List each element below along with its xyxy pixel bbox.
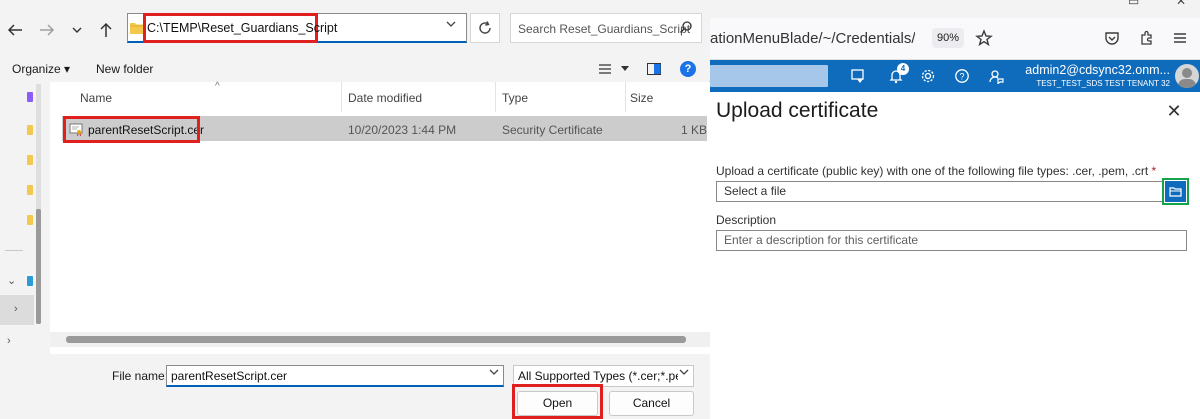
file-name-chevron-icon[interactable] bbox=[489, 368, 499, 379]
back-arrow-icon[interactable] bbox=[5, 20, 25, 40]
command-bar: Organize ▾ New folder ? bbox=[0, 57, 710, 81]
search-icon[interactable] bbox=[679, 20, 693, 34]
sort-up-icon: ^ bbox=[215, 81, 220, 92]
help-question-icon[interactable]: ? bbox=[951, 65, 973, 87]
forward-arrow-icon[interactable] bbox=[37, 20, 57, 40]
column-header-size[interactable]: Size bbox=[626, 82, 710, 112]
open-button[interactable]: Open bbox=[517, 391, 598, 416]
column-header-type[interactable]: Type bbox=[496, 82, 626, 112]
nav-pane-scrollbar[interactable] bbox=[36, 84, 41, 324]
upload-field-label: Upload a certificate (public key) with o… bbox=[716, 164, 1156, 178]
bookmark-star-icon[interactable] bbox=[972, 26, 996, 50]
close-icon[interactable]: ✕ bbox=[1165, 102, 1183, 120]
feedback-icon[interactable] bbox=[985, 65, 1007, 87]
select-file-input[interactable]: Select a file bbox=[716, 181, 1163, 202]
file-name-input[interactable]: parentResetScript.cer bbox=[166, 365, 504, 387]
search-placeholder: Search Reset_Guardians_Script bbox=[518, 22, 691, 36]
browse-file-button[interactable] bbox=[1162, 178, 1189, 205]
file-date-cell: 10/20/2023 1:44 PM bbox=[348, 123, 457, 137]
path-text[interactable]: C:\TEMP\Reset_Guardians_Script bbox=[147, 21, 337, 35]
browser-title-strip: ▭ ✕ bbox=[710, 0, 1200, 18]
close-window-icon[interactable]: ✕ bbox=[1176, 0, 1186, 8]
tree-folder-icon[interactable] bbox=[27, 185, 33, 195]
refresh-icon bbox=[479, 21, 491, 34]
column-label: Date modified bbox=[348, 91, 423, 105]
menu-icon[interactable] bbox=[1168, 26, 1192, 50]
azure-top-bar: 4 ? admin2@cdsync32.onm... TEST_TEST_SDS… bbox=[710, 60, 1200, 92]
view-options-icon[interactable] bbox=[596, 60, 614, 78]
zoom-level-badge[interactable]: 90% bbox=[932, 28, 964, 48]
divider bbox=[5, 250, 23, 251]
view-dropdown-chevron-icon[interactable] bbox=[616, 60, 634, 78]
settings-gear-icon[interactable] bbox=[917, 65, 939, 87]
panel-title: Upload certificate bbox=[716, 99, 879, 122]
help-icon[interactable]: ? bbox=[679, 60, 697, 78]
preview-pane-icon[interactable] bbox=[645, 60, 663, 78]
cloud-shell-filter-icon[interactable] bbox=[847, 65, 869, 87]
tenant-name: TEST_TEST_SDS TEST TENANT 32 bbox=[1036, 79, 1170, 88]
upload-label-text: Upload a certificate (public key) with o… bbox=[716, 164, 1149, 178]
up-arrow-icon[interactable] bbox=[96, 20, 116, 40]
navigation-bar: C:\TEMP\Reset_Guardians_Script Search Re… bbox=[0, 0, 710, 57]
expand-chevron-icon[interactable]: ⌄ bbox=[7, 274, 16, 287]
description-label: Description bbox=[716, 213, 777, 227]
expand-chevron-icon[interactable]: › bbox=[7, 335, 11, 347]
recent-locations-chevron-icon[interactable] bbox=[67, 20, 87, 40]
file-size-cell: 1 KB bbox=[681, 123, 708, 137]
dialog-footer: File name: parentResetScript.cer All Sup… bbox=[0, 354, 710, 419]
restore-icon[interactable]: ▭ bbox=[1128, 0, 1139, 8]
file-highlight bbox=[63, 116, 200, 143]
file-name-label: File name: bbox=[112, 369, 169, 383]
account-name: admin2@cdsync32.onm... bbox=[1025, 63, 1170, 77]
url-text[interactable]: ationMenuBlade/~/Credentials/quick bbox=[710, 30, 915, 47]
address-path-box[interactable]: C:\TEMP\Reset_Guardians_Script bbox=[127, 13, 467, 43]
account-info[interactable]: admin2@cdsync32.onm... TEST_TEST_SDS TES… bbox=[1020, 63, 1170, 89]
file-name-value: parentResetScript.cer bbox=[171, 369, 288, 383]
browser-window: ▭ ✕ ationMenuBlade/~/Credentials/quick 9… bbox=[710, 0, 1200, 419]
file-type-value: All Supported Types (*.cer;*.pem bbox=[518, 369, 678, 383]
folder-open-icon bbox=[1165, 181, 1186, 202]
portal-search-box[interactable] bbox=[710, 65, 828, 87]
new-folder-button[interactable]: New folder bbox=[96, 62, 153, 76]
tree-drive-icon[interactable] bbox=[27, 276, 33, 286]
organize-menu[interactable]: Organize ▾ bbox=[12, 62, 70, 76]
file-type-cell: Security Certificate bbox=[502, 123, 603, 137]
refresh-button[interactable] bbox=[470, 13, 500, 43]
svg-text:?: ? bbox=[959, 72, 964, 82]
description-input[interactable]: Enter a description for this certificate bbox=[716, 230, 1187, 251]
horizontal-scroll-thumb[interactable] bbox=[66, 336, 686, 343]
cancel-button[interactable]: Cancel bbox=[609, 391, 694, 416]
folder-search-input[interactable]: Search Reset_Guardians_Script bbox=[510, 13, 702, 43]
file-list: Name ^ Date modified Type Size parentRes… bbox=[50, 81, 710, 354]
notifications-bell-icon[interactable]: 4 bbox=[885, 63, 909, 87]
column-label: Size bbox=[630, 91, 654, 105]
notification-count-badge: 4 bbox=[897, 63, 909, 75]
address-bar[interactable]: ationMenuBlade/~/Credentials/quick 90% bbox=[710, 18, 1200, 60]
tree-folder-icon[interactable] bbox=[27, 215, 33, 225]
file-open-dialog: C:\TEMP\Reset_Guardians_Script Search Re… bbox=[0, 0, 710, 419]
column-header-name[interactable]: Name ^ bbox=[62, 81, 342, 112]
organize-label: Organize bbox=[12, 62, 61, 76]
avatar[interactable] bbox=[1175, 64, 1199, 88]
column-header-date[interactable]: Date modified bbox=[342, 82, 496, 112]
extensions-icon[interactable] bbox=[1135, 26, 1159, 50]
path-history-chevron-icon[interactable] bbox=[446, 20, 456, 31]
pocket-icon[interactable] bbox=[1100, 26, 1124, 50]
file-type-chevron-icon[interactable] bbox=[679, 368, 689, 379]
tree-folder-icon[interactable] bbox=[27, 125, 33, 135]
tree-item-icon[interactable] bbox=[27, 92, 33, 102]
column-label: Type bbox=[502, 91, 529, 105]
column-label: Name bbox=[80, 91, 113, 105]
collapse-chevron-icon[interactable]: › bbox=[14, 303, 18, 315]
tree-folder-icon[interactable] bbox=[27, 155, 33, 165]
required-star: * bbox=[1151, 164, 1157, 178]
